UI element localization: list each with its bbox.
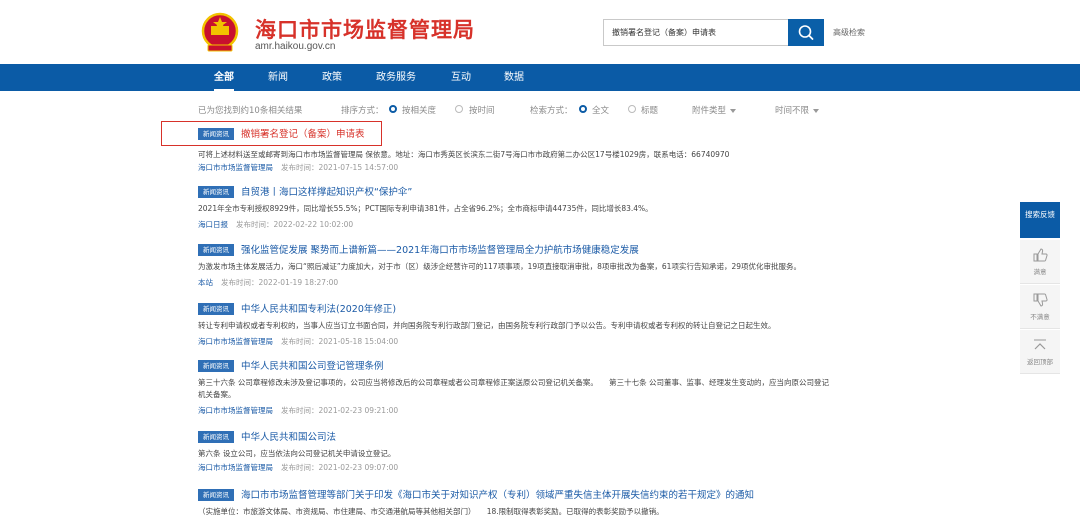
national-emblem-icon[interactable] [200,12,240,54]
chevron-down-icon [730,108,737,113]
search-feedback-button[interactable]: 搜索反馈 [1020,202,1060,238]
nav-tab-data[interactable]: 数据 [504,64,524,91]
news-tag: 新闻资讯 [198,431,234,443]
thumbs-up-icon [1033,248,1048,262]
result-date: 发布时间：2021-02-23 09:07:00 [281,463,399,472]
result-count: 已为您找到约10条相关结果 [198,106,303,116]
news-tag: 新闻资讯 [198,360,234,372]
result-date: 发布时间：2022-02-22 10:02:00 [236,220,354,229]
news-tag: 新闻资讯 [198,244,234,256]
result-snippet: 转让专利申请权或者专利权的，当事人应当订立书面合同，并向国务院专利行政部门登记，… [198,321,776,330]
nav-tab-news[interactable]: 新闻 [268,64,288,91]
time-range-label: 时间不限 [775,106,810,116]
back-to-top-button[interactable]: 返回顶部 [1020,330,1060,374]
result-source[interactable]: 本站 [198,278,213,287]
result-source[interactable]: 海口市市场监督管理局 [198,406,273,415]
attachment-type-label: 附件类型 [692,106,727,116]
result-title[interactable]: 中华人民共和国公司法 [241,429,336,443]
arrow-up-icon [1034,339,1046,350]
nav-tab-government-service[interactable]: 政务服务 [376,64,416,91]
result-date: 发布时间：2022-01-19 18:27:00 [221,278,339,287]
result-date: 发布时间：2021-02-23 09:21:00 [281,406,399,415]
time-range-dropdown[interactable]: 时间不限 [775,104,820,116]
mode-fulltext-radio[interactable] [579,105,587,113]
news-tag: 新闻资讯 [198,489,234,501]
highlight-annotation-box [161,121,382,146]
thumbs-down-icon [1033,293,1048,307]
sort-relevance-label[interactable]: 按相关度 [402,104,436,116]
sort-time-label[interactable]: 按时间 [469,104,495,116]
satisfied-button[interactable]: 满意 [1020,240,1060,284]
site-title[interactable]: 海口市市场监督管理局 [255,14,475,44]
result-title[interactable]: 自贸港丨海口这样撑起知识产权“保护伞” [241,184,412,198]
nav-tab-all[interactable]: 全部 [214,64,234,91]
advanced-search-link[interactable]: 高级检索 [833,27,865,38]
result-snippet: 第六条 设立公司，应当依法向公司登记机关申请设立登记。 [198,449,396,458]
search-button[interactable] [788,19,824,46]
result-snippet: （实施单位：市旅游文体局、市资规局、市住建局、市交通港航局等其他相关部门） 18… [198,507,664,516]
result-meta: 海口市市场监督管理局 发布时间：2021-05-18 15:04:00 [198,336,398,347]
result-source[interactable]: 海口市市场监督管理局 [198,163,273,172]
attachment-type-dropdown[interactable]: 附件类型 [692,104,737,116]
result-source[interactable]: 海口日报 [198,220,228,229]
main-nav: 全部 新闻 政策 政务服务 互动 数据 [0,64,1080,91]
mode-title-radio[interactable] [628,105,636,113]
unsatisfied-button[interactable]: 不满意 [1020,285,1060,329]
result-source[interactable]: 海口市市场监督管理局 [198,463,273,472]
result-meta: 海口市市场监督管理局 发布时间：2021-02-23 09:21:00 [198,405,398,416]
result-date: 发布时间：2021-05-18 15:04:00 [281,337,399,346]
site-header: 海口市市场监督管理局 amr.haikou.gov.cn 撤销署名登记（备案）申… [0,0,1080,64]
back-to-top-label: 返回顶部 [1027,358,1053,366]
chevron-down-icon [813,108,820,113]
nav-tab-interaction[interactable]: 互动 [451,64,471,91]
result-snippet-continued: 机关备案。 [198,390,236,399]
sort-time-radio[interactable] [455,105,463,113]
search-icon [798,25,814,40]
unsatisfied-label: 不满意 [1030,313,1050,321]
result-meta: 本站 发布时间：2022-01-19 18:27:00 [198,277,338,288]
nav-tab-policy[interactable]: 政策 [322,64,342,91]
result-meta: 海口市市场监督管理局 发布时间：2021-02-23 09:07:00 [198,462,398,473]
result-meta: 海口市市场监督管理局 发布时间：2021-07-15 14:57:00 [198,162,398,173]
result-title[interactable]: 中华人民共和国公司登记管理条例 [241,358,384,372]
result-meta: 海口日报 发布时间：2022-02-22 10:02:00 [198,219,353,230]
result-snippet: 第三十六条 公司章程修改未涉及登记事项的，公司应当将修改后的公司章程或者公司章程… [198,378,830,387]
mode-fulltext-label[interactable]: 全文 [592,104,609,116]
result-title[interactable]: 中华人民共和国专利法(2020年修正) [241,301,396,315]
result-snippet: 2021年全市专利授权8929件，同比增长55.5%；PCT国际专利申请381件… [198,204,653,213]
result-title[interactable]: 强化监管促发展 聚势而上谱新篇——2021年海口市市场监督管理局全力护航市场健康… [241,242,639,256]
satisfied-label: 满意 [1033,268,1047,276]
result-source[interactable]: 海口市市场监督管理局 [198,337,273,346]
news-tag: 新闻资讯 [198,303,234,315]
result-date: 发布时间：2021-07-15 14:57:00 [281,163,399,172]
sort-relevance-radio[interactable] [389,105,397,113]
sort-label: 排序方式： [341,106,384,116]
result-snippet: 为激发市场主体发展活力，海口“照后减证”力度加大，对于市（区）级涉企经营许可的1… [198,262,801,271]
site-domain: amr.haikou.gov.cn [255,41,336,52]
result-snippet: 可将上述材料送至或邮寄到海口市市场监督管理局 保依意。地址：海口市秀英区长滨东二… [198,150,730,159]
news-tag: 新闻资讯 [198,186,234,198]
result-title[interactable]: 海口市市场监督管理等部门关于印发《海口市关于对知识产权（专利）领域严重失信主体开… [241,487,754,501]
search-mode-label: 检索方式： [530,106,573,116]
search-input[interactable]: 撤销署名登记（备案）申请表 [603,19,789,46]
filter-bar: 已为您找到约10条相关结果 排序方式： 按相关度 按时间 检索方式： 全文 标题… [0,100,1080,118]
mode-title-label[interactable]: 标题 [641,104,658,116]
